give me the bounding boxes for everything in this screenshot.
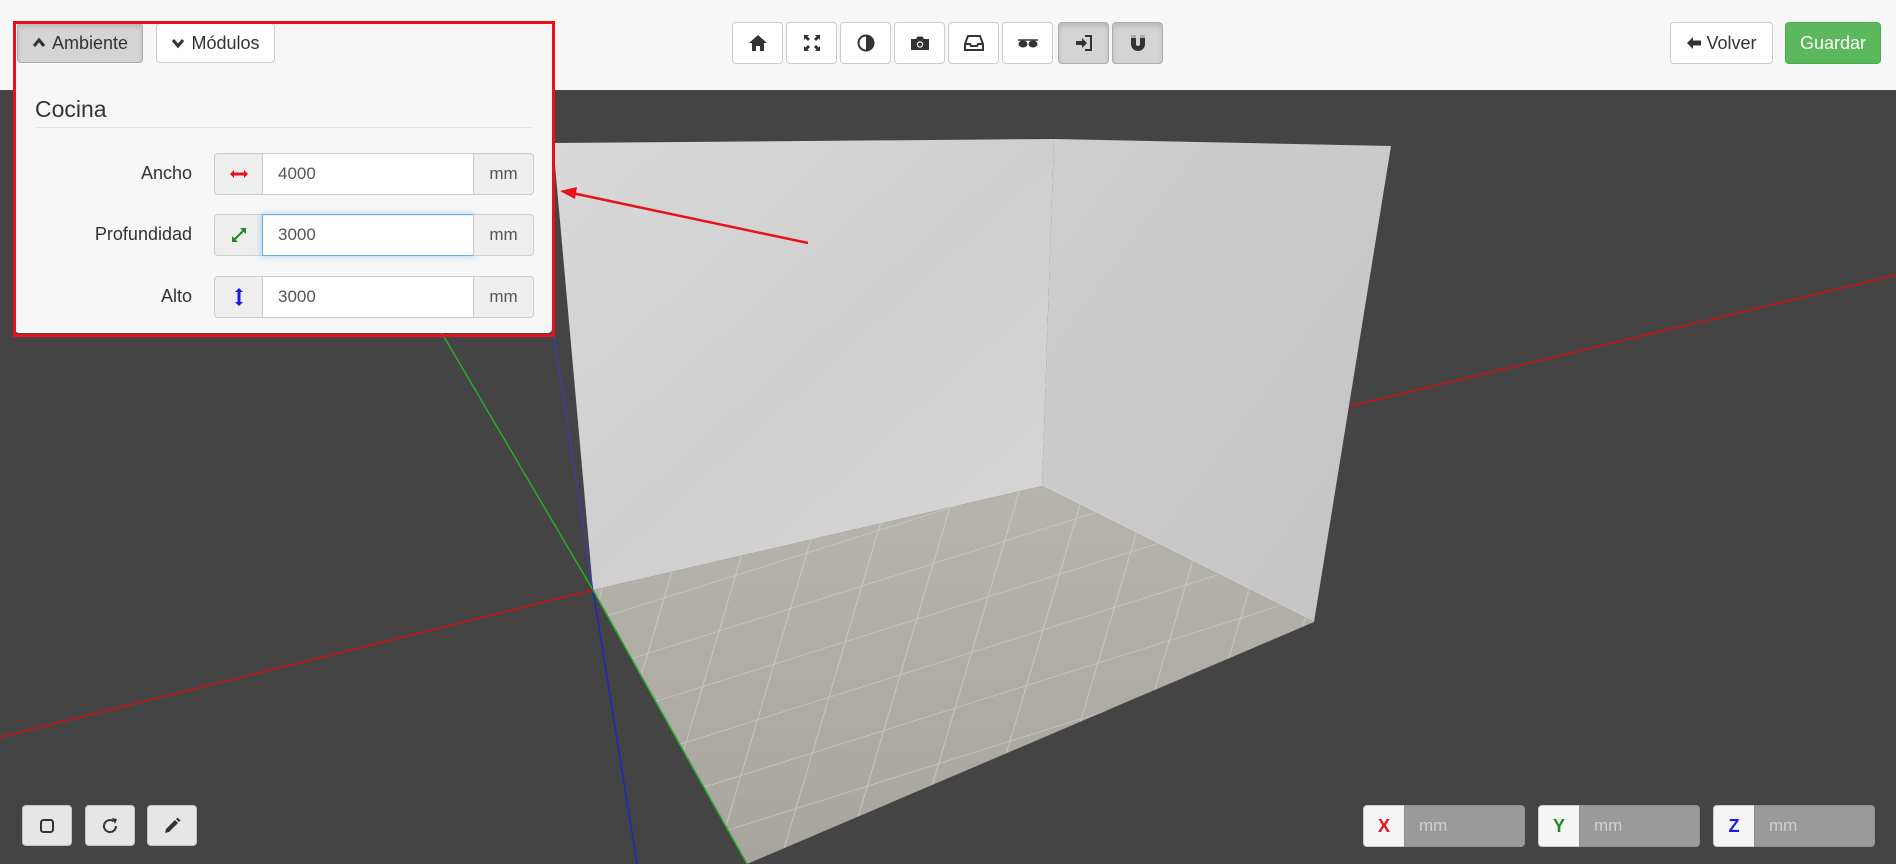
alto-unit: mm (473, 276, 534, 318)
home-icon (748, 35, 767, 51)
guardar-label: Guardar (1799, 32, 1867, 53)
expand-icon (803, 35, 820, 51)
panel-title: Cocina (35, 96, 107, 122)
ancho-icon-addon (214, 153, 263, 195)
profundidad-label: Profundidad (94, 224, 192, 244)
square-icon (40, 818, 54, 833)
ancho-label: Ancho (140, 163, 192, 183)
contrast-button[interactable] (840, 22, 891, 64)
y-axis-line (439, 329, 594, 591)
horizontal-arrows-icon (229, 170, 248, 178)
sign-in-button[interactable] (1058, 22, 1109, 64)
refresh-button[interactable] (85, 805, 135, 846)
sign-in-icon (1075, 35, 1092, 51)
y-coord-addon: Y (1538, 805, 1580, 847)
x-axis-line (0, 589, 594, 738)
screenshot-button[interactable] (894, 22, 945, 64)
x-coord-addon: X (1363, 805, 1405, 847)
ambiente-panel: Cocina Ancho 4000 mm Profundidad 3000 mm… (15, 78, 552, 333)
modulos-tab-button[interactable]: Módulos (156, 23, 275, 63)
glasses-icon (1017, 39, 1038, 48)
magnet-button[interactable] (1112, 22, 1163, 64)
z-coord-addon: Z (1713, 805, 1755, 847)
ambiente-tab-button[interactable]: Ambiente (17, 23, 143, 63)
square-view-button[interactable] (22, 805, 72, 846)
z-coord-label: Z (1728, 815, 1740, 836)
ancho-unit: mm (473, 153, 534, 195)
modulos-tab-label: Módulos (191, 32, 260, 53)
volver-label: Volver (1706, 32, 1757, 53)
profundidad-input[interactable]: 3000 (262, 214, 474, 256)
diagonal-arrows-icon (231, 228, 246, 242)
panel-divider (35, 127, 532, 128)
edit-button[interactable] (147, 805, 197, 846)
arrow-left-icon (1687, 37, 1702, 49)
chevron-up-icon (32, 37, 46, 47)
pencil-icon (165, 817, 181, 833)
y-coord-input[interactable]: mm (1579, 805, 1700, 847)
vertical-arrows-icon (234, 288, 243, 306)
home-button[interactable] (732, 22, 783, 64)
profundidad-unit: mm (473, 214, 534, 256)
fullscreen-button[interactable] (786, 22, 837, 64)
glasses-button[interactable] (1002, 22, 1053, 64)
magnet-icon (1130, 35, 1145, 51)
chevron-down-icon (172, 39, 185, 49)
x-axis-line-far (1349, 274, 1896, 407)
inbox-icon (963, 35, 984, 51)
refresh-icon (103, 817, 118, 833)
z-coord-input[interactable]: mm (1754, 805, 1875, 847)
volver-button[interactable]: Volver (1670, 22, 1773, 64)
ambiente-tab-label: Ambiente (51, 32, 129, 53)
contrast-icon (857, 34, 874, 52)
ancho-input[interactable]: 4000 (262, 153, 474, 195)
x-coord-input[interactable]: mm (1404, 805, 1525, 847)
alto-icon-addon (214, 276, 263, 318)
alto-label: Alto (160, 286, 192, 306)
x-coord-label: X (1377, 815, 1390, 836)
camera-icon (910, 36, 929, 50)
alto-input[interactable]: 3000 (262, 276, 474, 318)
guardar-button[interactable]: Guardar (1785, 22, 1881, 64)
profundidad-icon-addon (214, 214, 263, 256)
y-coord-label: Y (1552, 815, 1565, 836)
inbox-button[interactable] (948, 22, 999, 64)
